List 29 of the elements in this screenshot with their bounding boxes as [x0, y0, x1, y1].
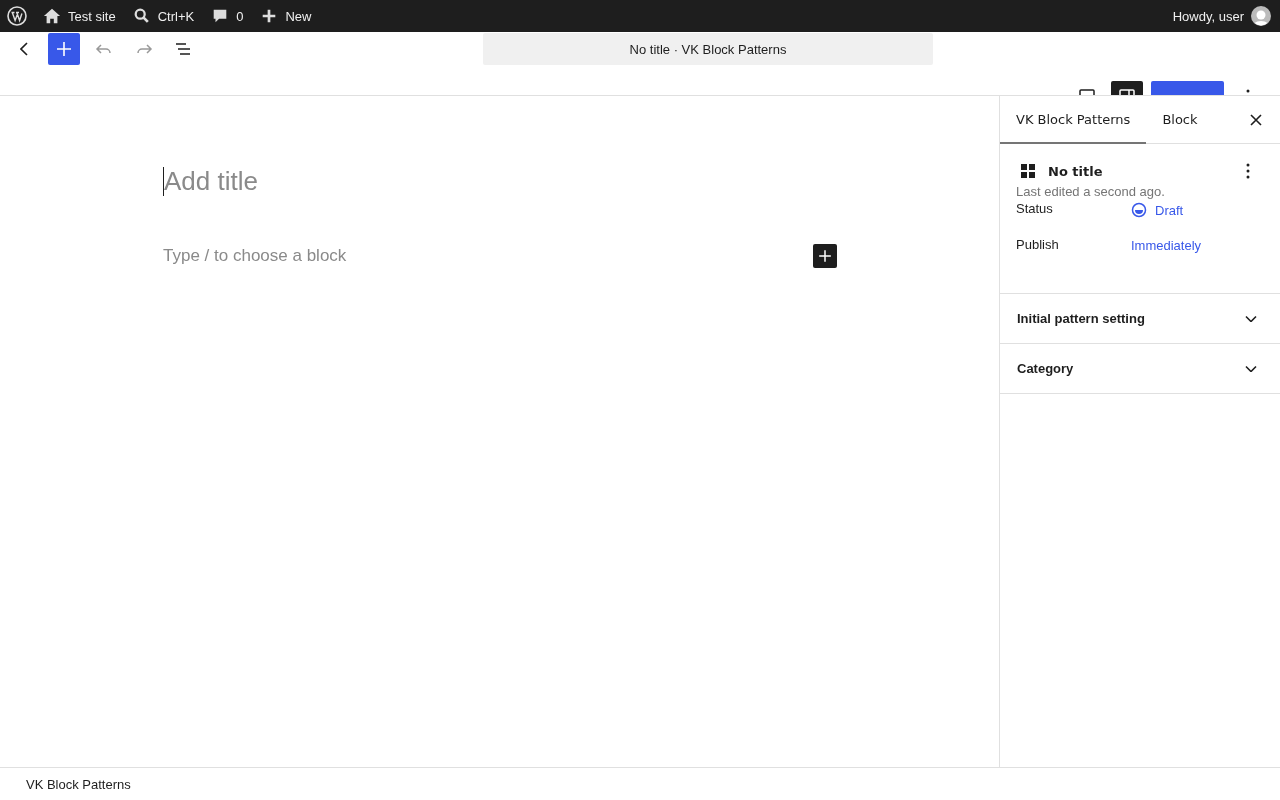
grid-icon — [1020, 163, 1036, 179]
draft-status-icon — [1131, 202, 1147, 218]
wordpress-logo-icon[interactable] — [7, 6, 27, 26]
chevron-down-icon — [1245, 365, 1257, 372]
chevron-down-icon — [1245, 315, 1257, 322]
admin-bar-link[interactable]: Test site — [43, 7, 116, 25]
admin-bar-link[interactable]: New — [260, 7, 312, 25]
search-icon — [132, 7, 151, 25]
add-block-button[interactable] — [813, 244, 837, 268]
document-title-bar[interactable]: No title · VK Block Patterns — [483, 33, 933, 65]
panel-toggle[interactable]: Initial pattern setting — [1000, 294, 1280, 343]
avatar-icon[interactable] — [1251, 6, 1271, 26]
chevron-left-icon — [20, 42, 28, 56]
house-icon — [43, 7, 61, 25]
field-label: Publish — [1016, 237, 1060, 252]
field-value-link[interactable]: Draft — [1131, 201, 1184, 218]
post-title: No title — [1048, 163, 1103, 179]
admin-bar-link[interactable]: 0 — [211, 7, 244, 25]
greeting-text[interactable]: Howdy, user — [1172, 8, 1244, 24]
more-vertical-icon — [1246, 163, 1250, 179]
breadcrumb-link[interactable]: VK Block Patterns — [26, 776, 131, 792]
sidebar-tab[interactable]: Block — [1146, 96, 1214, 144]
admin-bar-link[interactable]: Ctrl+K — [132, 7, 195, 25]
block-placeholder[interactable]: Type / to choose a block — [163, 246, 347, 266]
last-edited-text: Last edited a second ago. — [1016, 184, 1166, 199]
field-label: Status — [1016, 201, 1054, 216]
field-value-link[interactable]: Immediately — [1131, 237, 1202, 253]
sidebar-tab[interactable]: VK Block Patterns — [1000, 96, 1147, 144]
panel-toggle[interactable]: Category — [1000, 344, 1280, 393]
